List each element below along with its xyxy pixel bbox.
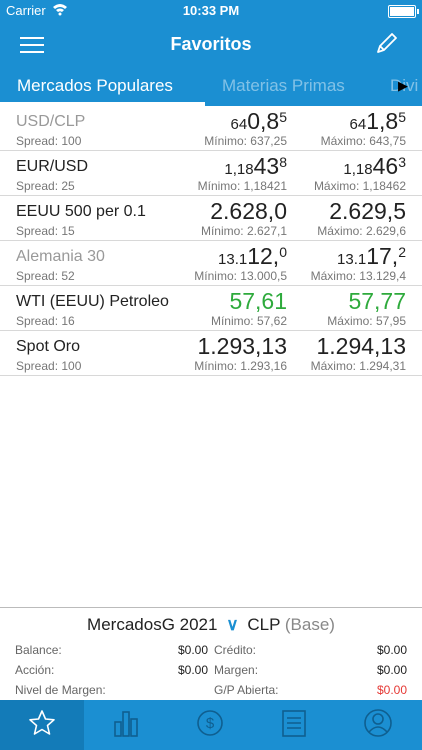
market-row-alemania30[interactable]: Alemania 30 Spread: 52 13.112,0 13.117,2… xyxy=(0,241,422,286)
chevron-down-icon[interactable]: ∨ xyxy=(226,615,238,634)
tabbar-markets[interactable] xyxy=(84,708,168,742)
action-field: Acción: $0.00 xyxy=(15,663,208,677)
min-value: Mínimo: 1.293,16 xyxy=(194,359,287,373)
market-name: USD/CLP xyxy=(16,113,86,130)
min-value: Mínimo: 637,25 xyxy=(204,134,287,148)
tabbar-trading[interactable]: $ xyxy=(168,708,252,742)
clock: 10:33 PM xyxy=(182,3,240,18)
bid-price[interactable]: 2.628,0 xyxy=(210,198,287,225)
account-selector[interactable]: MercadosG 2021 ∨ CLP (Base) xyxy=(0,615,422,635)
bar-chart-icon xyxy=(114,711,138,737)
max-value: Máximo: 643,75 xyxy=(320,134,406,148)
market-name: Spot Oro xyxy=(16,338,81,355)
account-name: MercadosG 2021 xyxy=(87,615,218,634)
nav-bar: Favoritos xyxy=(0,22,422,66)
market-name: EUR/USD xyxy=(16,158,89,175)
status-bar: Carrier 10:33 PM xyxy=(0,0,422,22)
balance-field: Balance: $0.00 xyxy=(15,643,208,657)
market-name: EEUU 500 per 0.1 xyxy=(16,203,146,220)
tab-mercados-populares[interactable]: Mercados Populares xyxy=(17,76,173,96)
list-icon xyxy=(282,710,306,737)
market-row-wti[interactable]: WTI (EEUU) Petroleo Spread: 16 57,61 57,… xyxy=(0,286,422,331)
max-value: Máximo: 2.629,6 xyxy=(317,224,406,238)
credit-field: Crédito: $0.00 xyxy=(214,643,407,657)
market-spread: Spread: 25 xyxy=(16,179,75,193)
bid-price[interactable]: 640,85 xyxy=(231,108,287,135)
tabbar-favorites[interactable] xyxy=(0,700,84,750)
bid-price[interactable]: 1.293,13 xyxy=(197,333,287,360)
market-spread: Spread: 100 xyxy=(16,134,82,148)
market-row-eurusd[interactable]: EUR/USD Spread: 25 1,18438 1,18463 Mínim… xyxy=(0,151,422,196)
min-value: Mínimo: 1,18421 xyxy=(197,179,287,193)
market-row-usdclp[interactable]: USD/CLP Spread: 100 640,85 641,85 Mínimo… xyxy=(0,106,422,151)
scroll-right-icon[interactable]: ▶ xyxy=(398,78,408,94)
market-spread: Spread: 100 xyxy=(16,359,82,373)
ask-price[interactable]: 57,77 xyxy=(348,288,406,315)
battery-icon xyxy=(388,5,419,18)
bid-price[interactable]: 57,61 xyxy=(229,288,287,315)
market-spread: Spread: 15 xyxy=(16,224,75,238)
market-name: Alemania 30 xyxy=(16,248,105,265)
market-row-spot-oro[interactable]: Spot Oro Spread: 100 1.293,13 1.294,13 M… xyxy=(0,331,422,376)
bid-price[interactable]: 1,18438 xyxy=(224,153,287,180)
category-tabs: Mercados Populares Materias Primas Divi … xyxy=(0,66,422,106)
ask-price[interactable]: 13.117,2 xyxy=(337,243,406,270)
ask-price[interactable]: 1.294,13 xyxy=(316,333,406,360)
min-value: Mínimo: 57,62 xyxy=(210,314,287,328)
tabbar-account[interactable] xyxy=(336,708,420,742)
dollar-cycle-icon: $ xyxy=(197,710,223,736)
max-value: Máximo: 1.294,31 xyxy=(310,359,406,373)
tabbar-orders[interactable] xyxy=(252,708,336,742)
ask-price[interactable]: 1,18463 xyxy=(343,153,406,180)
svg-text:$: $ xyxy=(206,715,215,732)
max-value: Máximo: 57,95 xyxy=(327,314,406,328)
ask-price[interactable]: 641,85 xyxy=(350,108,406,135)
market-list: USD/CLP Spread: 100 640,85 641,85 Mínimo… xyxy=(0,106,422,376)
market-name: WTI (EEUU) Petroleo xyxy=(16,293,169,310)
open-pl-field: G/P Abierta: $0.00 xyxy=(214,683,407,697)
max-value: Máximo: 1,18462 xyxy=(313,179,406,193)
margin-level-field: Nivel de Margen: xyxy=(15,683,106,697)
tab-bar: $ xyxy=(0,700,422,750)
max-value: Máximo: 13.129,4 xyxy=(310,269,406,283)
account-base-label: (Base) xyxy=(284,615,335,634)
market-row-eeuu500[interactable]: EEUU 500 per 0.1 Spread: 15 2.628,0 2.62… xyxy=(0,196,422,241)
page-title: Favoritos xyxy=(170,34,252,54)
min-value: Mínimo: 2.627,1 xyxy=(200,224,287,238)
star-icon xyxy=(29,710,55,735)
market-spread: Spread: 16 xyxy=(16,314,75,328)
ask-price[interactable]: 2.629,5 xyxy=(329,198,406,225)
account-currency: CLP xyxy=(247,615,281,634)
tab-materias-primas[interactable]: Materias Primas xyxy=(222,76,345,96)
user-icon xyxy=(364,709,392,737)
market-spread: Spread: 52 xyxy=(16,269,75,283)
margin-field: Margen: $0.00 xyxy=(214,663,407,677)
min-value: Mínimo: 13.000,5 xyxy=(194,269,287,283)
edit-icon[interactable] xyxy=(374,30,400,61)
account-summary: MercadosG 2021 ∨ CLP (Base) Balance: $0.0… xyxy=(0,607,422,701)
bid-price[interactable]: 13.112,0 xyxy=(218,243,287,270)
